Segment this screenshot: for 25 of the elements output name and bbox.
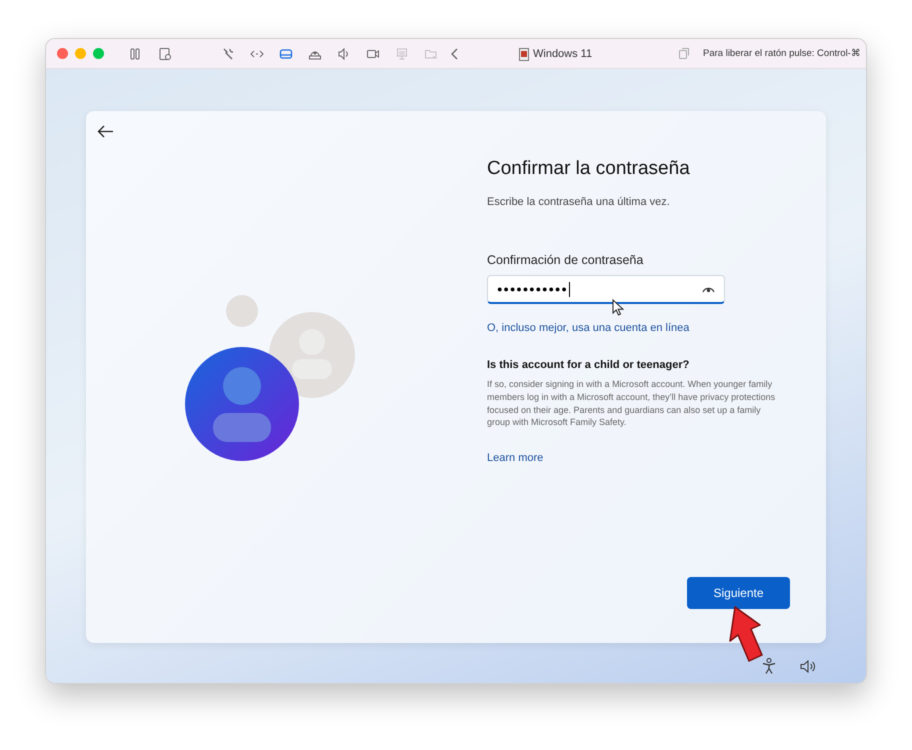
mouse-release-hint: Para liberar el ratón pulse: Control-⌘ xyxy=(703,47,861,61)
volume-icon[interactable] xyxy=(800,660,816,672)
show-password-icon[interactable] xyxy=(702,285,715,294)
document-icon xyxy=(519,48,529,61)
speaker-icon[interactable] xyxy=(337,46,351,60)
copy-icon xyxy=(679,48,690,59)
password-field[interactable]: ●●●●●●●●●●● xyxy=(487,275,725,304)
field-label: Confirmación de contraseña xyxy=(487,252,644,268)
snapshot-icon[interactable] xyxy=(158,46,172,60)
back-arrow-icon xyxy=(97,124,114,138)
child-account-heading: Is this account for a child or teenager? xyxy=(487,358,690,373)
drive-icon[interactable] xyxy=(279,46,293,60)
pause-icon[interactable] xyxy=(128,46,142,60)
next-button[interactable]: Siguiente xyxy=(687,577,790,609)
online-account-link[interactable]: O, incluso mejor, usa una cuenta en línea xyxy=(487,320,747,337)
child-account-description: If so, consider signing in with a Microsoft account. When younger family members log in with a Microsoft account, they’ll have privacy protections focused on their age. Parents and guardians can also set up a family group with Microsoft Family Safety. xyxy=(487,378,776,430)
mouse-cursor-icon xyxy=(612,299,624,316)
close-window-button[interactable] xyxy=(57,48,68,59)
accessibility-icon[interactable] xyxy=(762,658,776,674)
text-caret xyxy=(568,282,570,297)
window-title: Windows 11 xyxy=(533,47,592,62)
page-title: Confirmar la contraseña xyxy=(487,157,691,181)
page-subtitle: Escribe la contraseña una última vez. xyxy=(487,195,671,210)
learn-more-link[interactable]: Learn more xyxy=(487,450,544,467)
back-button[interactable] xyxy=(97,124,115,138)
